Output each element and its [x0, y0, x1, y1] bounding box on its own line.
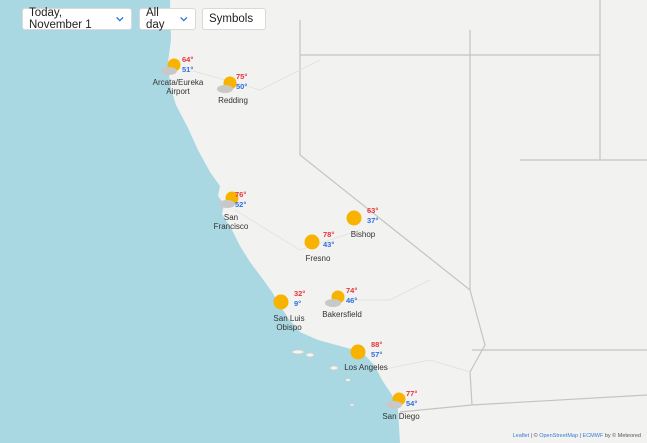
sun-icon	[346, 210, 362, 226]
low-temp: 52°	[235, 200, 247, 209]
high-temp: 75°	[236, 72, 248, 81]
period-selector-label: All day	[146, 7, 165, 31]
mode-selector-label: Symbols	[209, 13, 254, 25]
date-selector[interactable]: Today, November 1	[22, 7, 132, 31]
high-temp: 76°	[235, 190, 247, 199]
high-temp: 64°	[182, 55, 194, 64]
low-temp: 43°	[323, 240, 335, 249]
low-temp: 46°	[346, 296, 358, 305]
mode-selector[interactable]: Symbols	[202, 8, 266, 30]
city-name: Redding	[218, 96, 248, 105]
partly-cloudy-icon	[325, 290, 345, 307]
leaflet-link[interactable]: Leaflet	[513, 433, 530, 439]
partly-cloudy-icon	[161, 58, 181, 75]
city-name: Los Angeles	[344, 363, 388, 372]
city-name: Bishop	[350, 230, 376, 239]
low-temp: 50°	[236, 82, 248, 91]
sun-icon	[350, 344, 366, 360]
ecmwf-link[interactable]: ECMWF	[583, 433, 604, 439]
city-name: Fresno	[305, 254, 331, 263]
city-name: San Francisco	[213, 213, 249, 231]
high-temp: 78°	[323, 230, 335, 239]
low-temp: 9°	[294, 299, 302, 308]
city-name: San Luis Obispo	[273, 314, 305, 332]
chevron-down-icon	[180, 16, 188, 22]
date-selector-label: Today, November 1	[29, 7, 92, 31]
high-temp: 74°	[346, 286, 358, 295]
high-temp: 63°	[367, 206, 379, 215]
chevron-down-icon	[116, 16, 124, 22]
city-name: Bakersfield	[322, 310, 362, 319]
map-attribution: Leaflet | © OpenStreetMap | ECMWF by © M…	[512, 433, 641, 439]
low-temp: 51°	[182, 65, 194, 74]
sun-icon	[273, 294, 289, 310]
osm-link[interactable]: OpenStreetMap	[539, 433, 578, 439]
city-name: Arcata/Eureka Airport	[152, 78, 204, 96]
city-name: San Diego	[382, 412, 420, 421]
low-temp: 57°	[371, 350, 383, 359]
period-selector[interactable]: All day	[139, 7, 196, 31]
high-temp: 88°	[371, 340, 383, 349]
sun-icon	[304, 234, 320, 250]
high-temp: 77°	[406, 389, 418, 398]
low-temp: 54°	[406, 399, 418, 408]
map-base	[0, 0, 647, 443]
high-temp: 32°	[294, 289, 306, 298]
weather-map[interactable]: Today, November 1 All day Symbols 64° 51…	[0, 0, 647, 443]
low-temp: 37°	[367, 216, 379, 225]
